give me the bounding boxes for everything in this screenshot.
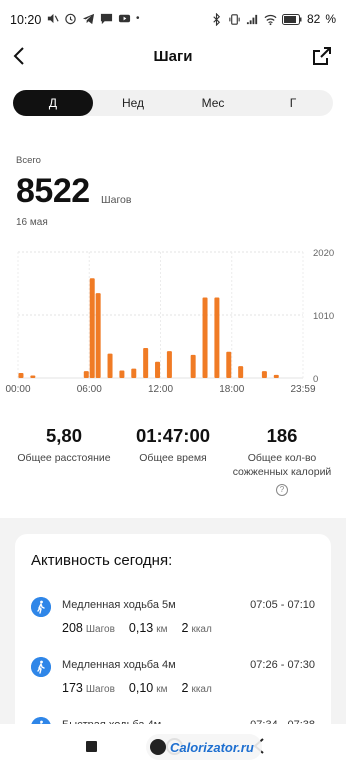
summary-stats: 5,80 Общее расстояние 01:47:00 Общее вре… [0,425,346,497]
activity-kcal-unit: ккал [191,684,212,695]
x-tick-label: 12:00 [148,384,173,395]
chart-bar [89,278,95,378]
activity-distance: 0,13 [128,621,154,635]
activity-metrics: 173 Шагов 0,10 км 2 ккал [62,681,226,695]
stat-distance: 5,80 Общее расстояние [8,425,120,465]
chart-bar [261,371,267,378]
activity-time-range: 07:05 - 07:10 [250,599,315,611]
tab-year[interactable]: Г [253,90,333,116]
stat-calories: 186 Общее кол-во сожженных калорий ? [226,425,338,497]
chart-bar [119,370,125,378]
telegram-icon [82,13,95,25]
chart-bar [131,368,137,378]
watermark: Calorizator.ru [146,734,262,760]
stat-time-label: Общее время [139,452,207,464]
bluetooth-icon [213,12,221,26]
summary-date: 16 мая [16,217,48,228]
vibrate-icon [229,13,240,25]
y-tick-label: 1010 [313,311,334,322]
activity-item[interactable]: Медленная ходьба 4м 07:26 - 07:30 173 Шаг… [15,657,331,717]
status-bar: 10:20 • 82% [0,0,346,40]
tab-month[interactable]: Мес [173,90,253,116]
stat-calories-value: 186 [266,425,298,446]
walking-icon [31,657,51,677]
total-steps-value: 8522 [16,172,90,210]
watermark-logo-icon [150,739,166,755]
activity-steps-unit: Шагов [85,684,115,695]
chart-bar [166,351,172,378]
chart-bar [95,293,101,378]
chart-bar [238,366,244,378]
activity-item[interactable]: Медленная ходьба 5м 07:05 - 07:10 208 Шаг… [15,597,331,657]
total-label: Всего [16,155,41,166]
stat-distance-label: Общее расстояние [17,452,111,464]
alarm-icon [65,13,76,25]
activity-name: Медленная ходьба 4м [62,659,176,671]
walking-icon [31,597,51,617]
chart-bar [18,373,24,378]
chart-bar [214,297,220,378]
activity-title: Активность сегодня: [31,552,173,569]
stat-time-value: 01:47:00 [135,425,211,446]
battery-icon [281,13,302,25]
recent-apps-icon[interactable] [86,741,97,752]
more-notifications-icon: • [136,13,140,24]
stat-time: 01:47:00 Общее время [118,425,228,465]
mute-icon [47,13,59,24]
chart-bar [143,348,149,378]
stat-calories-label: Общее кол-во сожженных калорий [232,452,332,478]
signal-icon [246,14,258,24]
battery-level: 82 [306,12,321,26]
activity-kcal: 2 [181,681,189,695]
system-icons: 82% [210,12,336,26]
help-icon[interactable]: ? [276,484,288,496]
steps-bar-chart: 20201010000:00 06:00 12:00 18:00 23:59 [5,248,334,395]
chart-bar [155,361,161,378]
y-tick-label: 2020 [313,248,334,259]
activity-steps-unit: Шагов [85,624,115,635]
chart-bar [30,375,36,378]
chart-bar [273,374,279,378]
status-time: 10:20 [10,13,42,27]
activity-name: Медленная ходьба 5м [62,599,176,611]
activity-distance-unit: км [156,684,168,695]
period-tabs: Д Нед Мес Г [13,90,333,116]
notification-icons: • [46,12,140,25]
tab-day[interactable]: Д [13,90,93,116]
activity-metrics: 208 Шагов 0,13 км 2 ккал [62,621,226,635]
share-icon[interactable] [310,44,334,68]
chart-bar [226,351,232,378]
page-title: Шаги [153,48,193,65]
total-steps-unit: Шагов [101,194,132,206]
activity-distance-unit: км [156,624,168,635]
x-tick-label: 23:59 [290,384,315,395]
x-tick-label: 00:00 [5,384,30,395]
youtube-icon [118,14,131,23]
activity-steps: 173 [62,681,83,695]
chart-bar [190,354,196,378]
app-header: Шаги [0,38,346,78]
activity-kcal: 2 [181,621,189,635]
chart-bar [107,353,113,378]
chart-bar [83,371,89,378]
activity-distance: 0,10 [128,681,154,695]
x-tick-label: 06:00 [77,384,102,395]
battery-percent-sign: % [325,12,336,26]
chat-icon [100,13,113,25]
watermark-text: Calorizator.ru [170,739,254,755]
activity-steps: 208 [62,621,83,635]
wifi-icon [264,14,277,25]
activity-time-range: 07:26 - 07:30 [250,659,315,671]
stat-distance-value: 5,80 [45,425,82,446]
tab-week[interactable]: Нед [93,90,173,116]
activity-kcal-unit: ккал [191,624,212,635]
chart-bar [202,297,208,378]
x-tick-label: 18:00 [219,384,244,395]
